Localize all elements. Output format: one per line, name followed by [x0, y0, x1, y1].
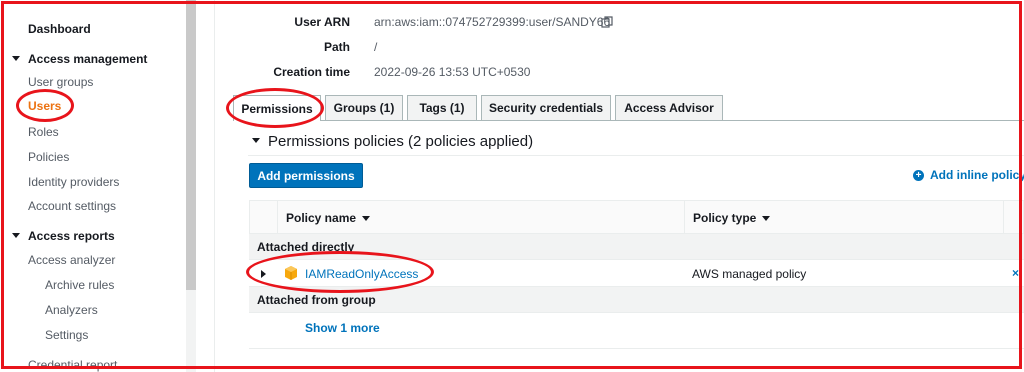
annotation-ellipse-permissions-tab	[226, 88, 324, 128]
annotation-ellipse-policy	[246, 251, 434, 293]
annotation-ellipse-users	[16, 89, 74, 122]
annotation-frame	[1, 1, 1022, 369]
